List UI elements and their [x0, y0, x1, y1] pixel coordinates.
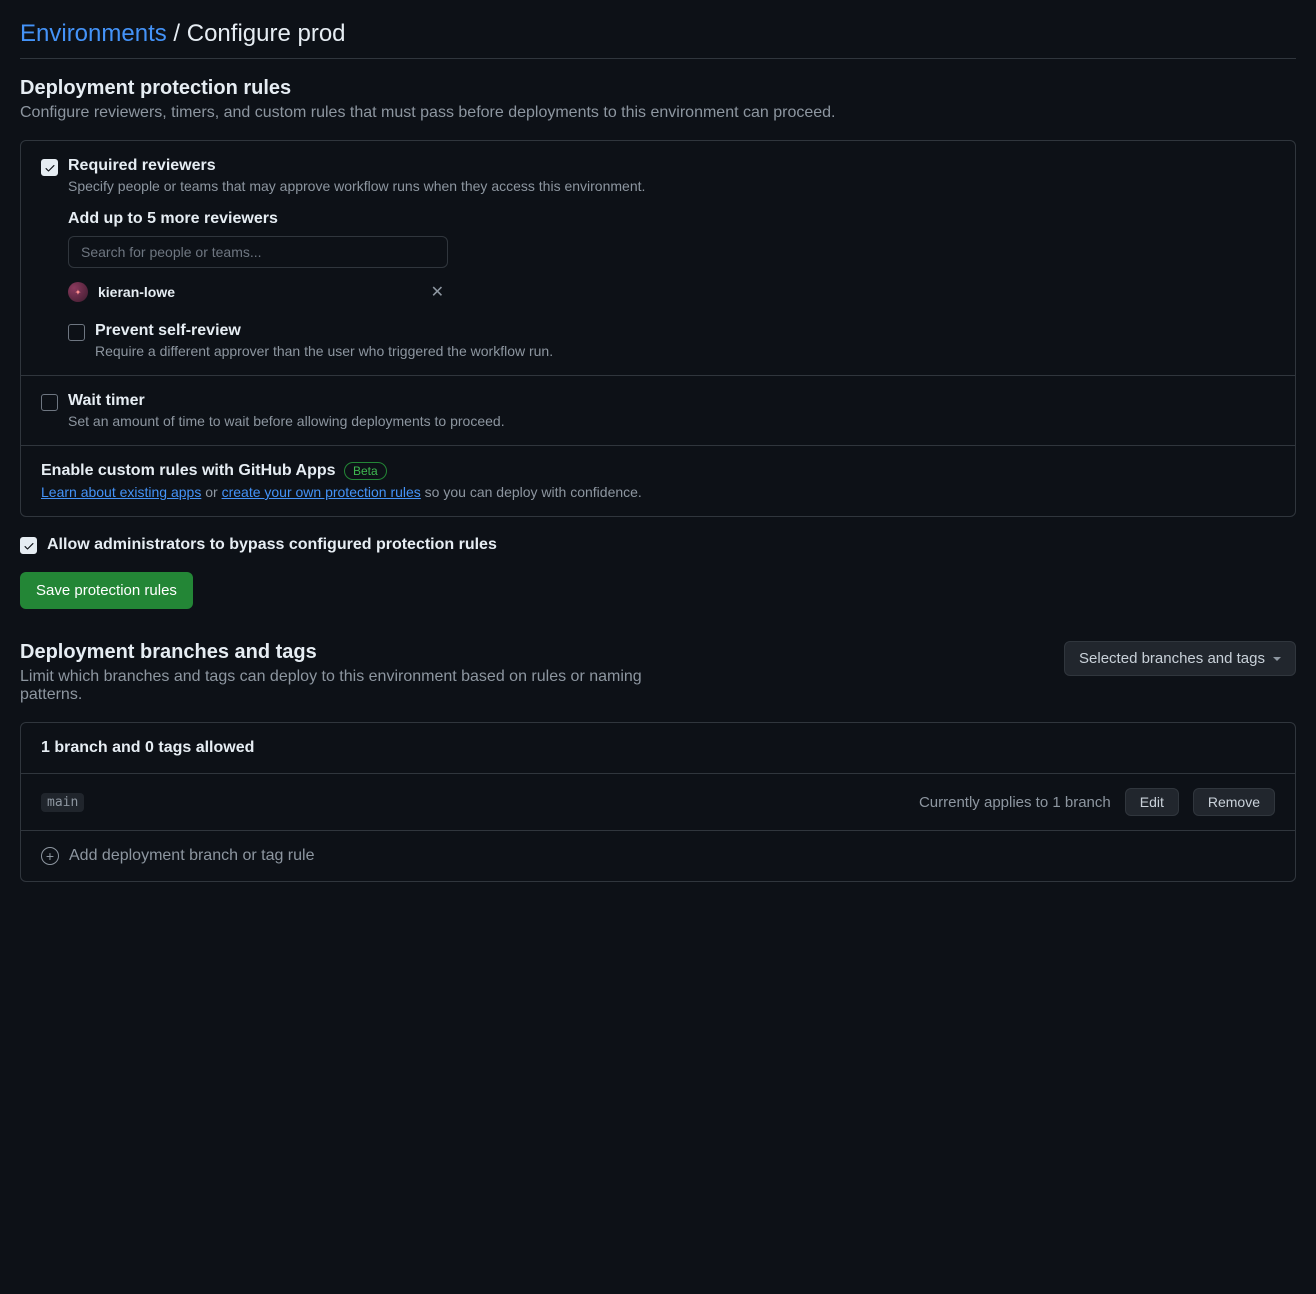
reviewer-item: ✦ kieran-lowe ✕: [68, 282, 448, 302]
required-reviewers-checkbox[interactable]: [41, 159, 58, 176]
custom-rules-title: Enable custom rules with GitHub Apps: [41, 462, 336, 479]
wait-timer-label: Wait timer: [68, 392, 505, 410]
branches-dropdown-label: Selected branches and tags: [1079, 650, 1265, 667]
create-rules-link[interactable]: create your own protection rules: [222, 484, 421, 500]
edit-branch-button[interactable]: Edit: [1125, 788, 1179, 816]
add-branch-rule-button[interactable]: + Add deployment branch or tag rule: [21, 831, 1295, 881]
prevent-self-review-checkbox[interactable]: [68, 324, 85, 341]
breadcrumb-current: Configure prod: [187, 20, 346, 47]
branches-header: Deployment branches and tags Limit which…: [20, 641, 1296, 704]
protection-desc: Configure reviewers, timers, and custom …: [20, 104, 1296, 122]
allow-admins-checkbox[interactable]: [20, 537, 37, 554]
wait-timer-desc: Set an amount of time to wait before all…: [68, 413, 505, 429]
allow-admins-label: Allow administrators to bypass configure…: [47, 536, 497, 554]
custom-rules-row: Enable custom rules with GitHub Apps Bet…: [21, 446, 1295, 516]
avatar: ✦: [68, 282, 88, 302]
branches-title: Deployment branches and tags: [20, 641, 680, 664]
prevent-self-review-label: Prevent self-review: [95, 322, 553, 340]
branch-applies-text: Currently applies to 1 branch: [919, 794, 1111, 811]
breadcrumb: Environments / Configure prod: [20, 20, 1296, 59]
reviewer-search-input[interactable]: [68, 236, 448, 268]
chevron-down-icon: [1273, 657, 1281, 661]
wait-timer-row: Wait timer Set an amount of time to wait…: [21, 376, 1295, 446]
required-reviewers-row: Required reviewers Specify people or tea…: [21, 141, 1295, 376]
remove-branch-button[interactable]: Remove: [1193, 788, 1275, 816]
required-reviewers-label: Required reviewers: [68, 157, 645, 175]
save-protection-rules-button[interactable]: Save protection rules: [20, 572, 193, 609]
protection-panel: Required reviewers Specify people or tea…: [20, 140, 1296, 517]
branch-row: main Currently applies to 1 branch Edit …: [21, 774, 1295, 831]
breadcrumb-separator: /: [167, 20, 187, 47]
breadcrumb-parent-link[interactable]: Environments: [20, 20, 167, 47]
custom-rules-or: or: [201, 484, 221, 500]
branches-summary: 1 branch and 0 tags allowed: [21, 723, 1295, 774]
learn-apps-link[interactable]: Learn about existing apps: [41, 484, 201, 500]
allow-admins-row: Allow administrators to bypass configure…: [20, 535, 1296, 554]
branch-name-tag: main: [41, 793, 84, 812]
branches-desc: Limit which branches and tags can deploy…: [20, 668, 680, 704]
required-reviewers-desc: Specify people or teams that may approve…: [68, 178, 645, 194]
remove-reviewer-icon[interactable]: ✕: [427, 282, 448, 302]
branches-panel: 1 branch and 0 tags allowed main Current…: [20, 722, 1296, 882]
add-branch-rule-label: Add deployment branch or tag rule: [69, 847, 314, 865]
wait-timer-checkbox[interactable]: [41, 394, 58, 411]
reviewer-name: kieran-lowe: [98, 284, 175, 300]
add-reviewers-label: Add up to 5 more reviewers: [68, 210, 645, 228]
beta-badge: Beta: [344, 462, 387, 480]
protection-title: Deployment protection rules: [20, 77, 1296, 100]
plus-circle-icon: +: [41, 847, 59, 865]
branches-dropdown[interactable]: Selected branches and tags: [1064, 641, 1296, 676]
custom-rules-tail: so you can deploy with confidence.: [421, 484, 642, 500]
prevent-self-review-desc: Require a different approver than the us…: [95, 343, 553, 359]
